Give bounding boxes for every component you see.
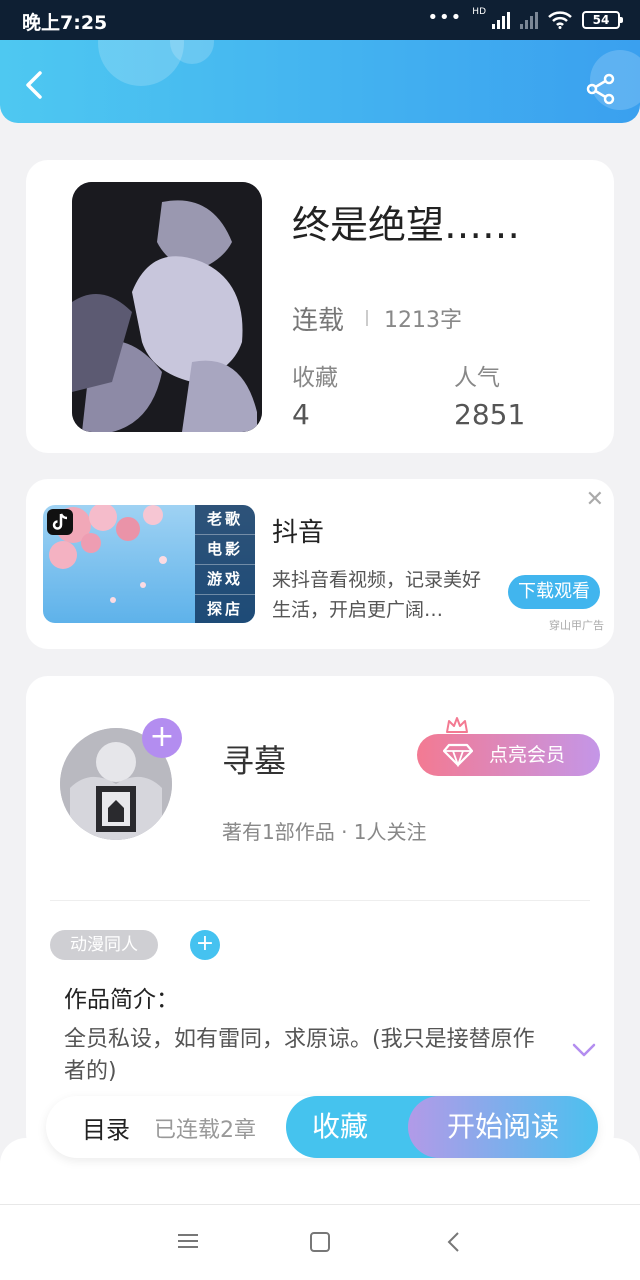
ad-download-button[interactable]: 下载观看 bbox=[508, 575, 600, 609]
author-card: + 寻墓 点亮会员 著有1部作品 · 1人关注 动漫同人 + 作品简介： 全员私… bbox=[26, 676, 614, 1156]
popularity-value: 2851 bbox=[454, 398, 526, 431]
nav-home-icon[interactable] bbox=[310, 1232, 330, 1252]
nav-back-icon[interactable] bbox=[446, 1231, 460, 1253]
share-icon[interactable] bbox=[584, 72, 618, 106]
ad-menu-item: 探店 bbox=[206, 600, 243, 618]
author-meta: 著有1部作品 · 1人关注 bbox=[222, 820, 427, 844]
signal-icon bbox=[492, 11, 510, 29]
vip-button-label: 点亮会员 bbox=[489, 744, 566, 766]
follow-plus-icon[interactable]: + bbox=[142, 718, 182, 758]
book-cover[interactable] bbox=[72, 182, 262, 432]
nav-menu-icon[interactable] bbox=[178, 1233, 198, 1249]
action-bar: 目录 已连载2章 收藏 开始阅读 bbox=[46, 1096, 598, 1158]
genre-tag[interactable]: 动漫同人 bbox=[50, 930, 158, 960]
crown-icon bbox=[446, 717, 468, 733]
status-bar: 晚上7:25 ••• HD 54 bbox=[0, 0, 640, 40]
start-reading-button[interactable]: 开始阅读 bbox=[408, 1096, 598, 1158]
top-header bbox=[0, 40, 640, 123]
ad-menu-item: 老歌 bbox=[195, 505, 255, 535]
book-status: 连载 bbox=[292, 306, 345, 336]
favorites-value: 4 bbox=[292, 398, 310, 431]
ad-card[interactable]: 老歌 电影 游戏 探店 抖音 来抖音看视频，记录美好生活，开启更广阔… 下载观看… bbox=[26, 479, 614, 649]
toc-button[interactable]: 目录 bbox=[82, 1110, 130, 1145]
ad-image[interactable]: 老歌 电影 游戏 探店 bbox=[43, 505, 255, 623]
ad-description: 来抖音看视频，记录美好生活，开启更广阔… bbox=[272, 569, 482, 621]
ad-source-label: 穿山甲广告 bbox=[549, 619, 604, 632]
chapter-count: 已连载2章 bbox=[154, 1118, 256, 1143]
diamond-icon bbox=[443, 743, 473, 767]
favorites-label: 收藏 bbox=[292, 365, 338, 391]
book-title: 终是绝望…… bbox=[292, 203, 521, 247]
ad-menu-item: 电影 bbox=[195, 535, 255, 565]
divider bbox=[366, 310, 368, 326]
ad-title: 抖音 bbox=[272, 518, 325, 548]
popularity-label: 人气 bbox=[454, 365, 500, 391]
intro-label: 作品简介： bbox=[64, 987, 179, 1013]
more-dots-icon: ••• bbox=[427, 6, 463, 28]
add-tag-plus-icon[interactable]: + bbox=[190, 930, 220, 960]
word-count: 1213字 bbox=[384, 308, 462, 333]
status-time: 晚上7:25 bbox=[22, 12, 108, 34]
chevron-down-icon[interactable] bbox=[572, 1042, 596, 1058]
tiktok-logo-icon bbox=[47, 509, 73, 535]
battery-icon: 54 bbox=[582, 11, 623, 29]
signal-2-icon bbox=[520, 11, 538, 29]
vip-button[interactable]: 点亮会员 bbox=[417, 734, 600, 776]
hd-label: HD bbox=[472, 7, 486, 17]
system-nav-bar bbox=[0, 1204, 640, 1280]
book-info-card: 终是绝望…… 连载 1213字 收藏 4 人气 2851 bbox=[26, 160, 614, 453]
divider bbox=[50, 900, 590, 901]
ad-menu-item: 游戏 bbox=[195, 565, 255, 595]
wifi-icon bbox=[548, 11, 572, 29]
ad-menu: 老歌 电影 游戏 探店 bbox=[195, 505, 255, 623]
back-arrow-icon[interactable] bbox=[18, 68, 52, 102]
close-icon[interactable]: ✕ bbox=[586, 487, 604, 512]
status-icons: ••• HD 54 bbox=[427, 6, 623, 32]
intro-text: 全员私设，如有雷同，求原谅。(我只是接替原作者的) bbox=[64, 1027, 535, 1084]
author-name: 寻墓 bbox=[222, 742, 287, 780]
